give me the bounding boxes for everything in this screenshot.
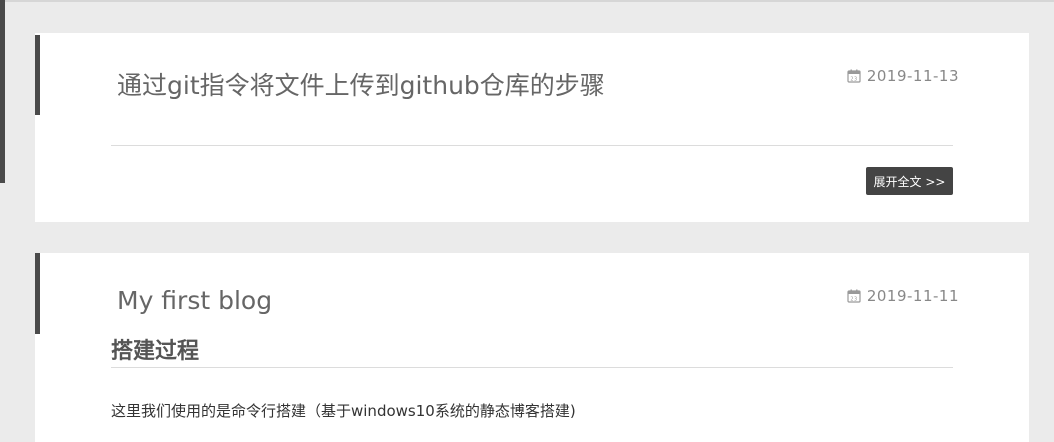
post-title-link[interactable]: 通过git指令将文件上传到github仓库的步骤 xyxy=(117,66,605,102)
post-accent-bar xyxy=(35,35,40,115)
post-accent-bar xyxy=(35,253,40,334)
svg-text:23: 23 xyxy=(850,297,857,303)
post-date: 23 2019-11-13 xyxy=(847,67,959,85)
post-card: My first blog 23 2019-11-11 搭建过程 这里我们使用的… xyxy=(35,253,1029,442)
post-card: 通过git指令将文件上传到github仓库的步骤 23 2019-11-13 展… xyxy=(35,33,1029,222)
section-heading: 搭建过程 xyxy=(111,339,200,364)
post-date: 23 2019-11-11 xyxy=(847,287,959,305)
calendar-icon: 23 xyxy=(847,289,861,303)
post-date-text: 2019-11-11 xyxy=(866,287,959,305)
divider xyxy=(111,367,953,368)
divider xyxy=(111,145,953,146)
sidebar-edge xyxy=(0,0,5,183)
svg-text:23: 23 xyxy=(850,77,857,83)
top-border xyxy=(0,0,1054,2)
post-excerpt: 这里我们使用的是命令行搭建（基于windows10系统的静态博客搭建) xyxy=(111,402,576,420)
read-more-button[interactable]: 展开全文 >> xyxy=(866,167,953,195)
calendar-icon: 23 xyxy=(847,69,861,83)
post-title-link[interactable]: My first blog xyxy=(117,286,272,315)
post-date-text: 2019-11-13 xyxy=(866,67,959,85)
